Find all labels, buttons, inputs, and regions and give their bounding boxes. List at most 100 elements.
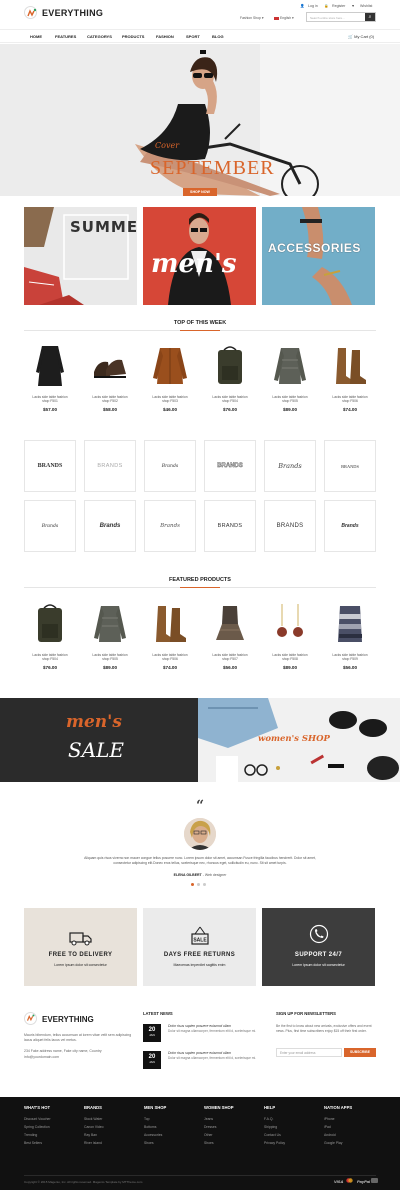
product-name[interactable]: Lacks side table fashion shop F507 <box>202 653 258 662</box>
product-name[interactable]: Lacks side table fashion shop F508 <box>262 653 318 662</box>
footer-link[interactable]: iPad <box>324 1125 376 1129</box>
product-card[interactable]: Lacks side table fashion shop F503 $46.00 <box>142 342 198 412</box>
brand-logo[interactable]: Brands <box>84 500 136 552</box>
footer-link[interactable]: Top <box>144 1117 196 1121</box>
sale-sign-icon: SALE <box>191 926 209 945</box>
product-card[interactable]: Lacks side table fashion shop F507 $56.00 <box>202 600 258 670</box>
cart-link[interactable]: 🛒 My Cart (0) <box>348 34 374 39</box>
brand-logo[interactable]: Brands <box>144 500 196 552</box>
register-link[interactable]: Register <box>332 4 345 8</box>
footer-link[interactable]: Ray Ban <box>84 1133 136 1137</box>
nav-blog[interactable]: BLOG <box>212 34 224 39</box>
logo-icon[interactable] <box>24 6 37 19</box>
brand-logo[interactable]: Brands <box>324 500 376 552</box>
footer-link[interactable]: Other <box>204 1133 256 1137</box>
brand-logo[interactable]: BRANDS <box>204 500 256 552</box>
footer-link[interactable]: River Island <box>84 1141 136 1145</box>
product-name[interactable]: Lacks side table fashion shop F505 <box>82 653 138 662</box>
nav-fashion[interactable]: FASHION <box>156 34 174 39</box>
product-name[interactable]: Lacks side table fashion shop F502 <box>82 395 138 404</box>
brand-logo[interactable]: Brands <box>24 500 76 552</box>
email-input-placeholder[interactable]: Enter your email address <box>280 1051 315 1055</box>
brand-logo[interactable]: BRANDS <box>324 440 376 492</box>
hero-title: SEPTEMBER <box>150 157 275 179</box>
wishlist-link[interactable]: Wishlist <box>360 4 372 8</box>
news-headline[interactable]: Dolor risus sapien posuere euismod ullam <box>168 1024 262 1028</box>
brand-logo[interactable]: BRANDS <box>24 440 76 492</box>
product-name[interactable]: Lacks side table fashion shop F504 <box>22 653 78 662</box>
footer-link[interactable]: Trending <box>24 1133 76 1137</box>
footer-link[interactable]: Shoes <box>144 1141 196 1145</box>
product-card[interactable]: Lacks side table fashion shop F501 $57.00 <box>22 342 78 412</box>
search-input[interactable]: Search entire store here... <box>310 16 345 20</box>
product-name[interactable]: Lacks side table fashion shop F504 <box>202 395 258 404</box>
main-nav: HOME FEATURES CATEGORYS PRODUCTS FASHION… <box>0 29 400 43</box>
footer-link[interactable]: Best Sellers <box>24 1141 76 1145</box>
product-card[interactable]: Lacks side table fashion shop F509 $56.00 <box>322 600 378 670</box>
product-name[interactable]: Lacks side table fashion shop F506 <box>142 653 198 662</box>
footer-logo-icon[interactable] <box>24 1012 37 1025</box>
brand-logo[interactable]: BRANDS <box>204 440 256 492</box>
newsletter-email-input[interactable]: Enter your email address <box>276 1048 342 1057</box>
footer-link[interactable]: Android <box>324 1133 376 1137</box>
footer-link[interactable]: Shipping <box>264 1125 316 1129</box>
footer-link[interactable]: Canon Video <box>84 1125 136 1129</box>
product-name[interactable]: Lacks side table fashion shop F509 <box>322 653 378 662</box>
footer-link[interactable]: Bottoms <box>144 1125 196 1129</box>
pagination-dot[interactable] <box>203 883 206 886</box>
womens-shop-banner[interactable]: women's SHOP <box>198 698 400 782</box>
search-box[interactable]: Search entire store here... ⌕ <box>306 12 376 22</box>
pagination-dot[interactable] <box>197 883 200 886</box>
product-name[interactable]: Lacks side table fashion shop F503 <box>142 395 198 404</box>
product-card[interactable]: Lacks side table fashion shop F506 $74.00 <box>322 342 378 412</box>
language-select[interactable]: English ▾ <box>274 16 294 20</box>
search-button[interactable]: ⌕ <box>365 13 375 21</box>
footer-link[interactable]: F.A.Q. <box>264 1117 316 1121</box>
footer-link[interactable]: Shoes <box>204 1141 256 1145</box>
footer-email[interactable]: info@yourdomain.com <box>24 1055 134 1060</box>
hero-slider[interactable]: Cover SEPTEMBER SHOP NOW <box>0 44 400 196</box>
subscribe-button[interactable]: SUBSCRIBE <box>344 1048 376 1057</box>
logo-text[interactable]: EVERYTHING <box>42 8 103 18</box>
mens-banner[interactable]: men's <box>143 207 256 305</box>
footer-link[interactable]: Spring Collection <box>24 1125 76 1129</box>
footer-link[interactable]: Accessories <box>144 1133 196 1137</box>
news-headline[interactable]: Dolor risus sapien posuere euismod ullam <box>168 1051 262 1055</box>
nav-home[interactable]: HOME <box>30 34 42 39</box>
product-name[interactable]: Lacks side table fashion shop F505 <box>262 395 318 404</box>
nav-categorys[interactable]: CATEGORYS <box>87 34 112 39</box>
footer-link[interactable]: Contact Us <box>264 1133 316 1137</box>
brand-logo[interactable]: Brands <box>264 440 316 492</box>
footer-link[interactable]: Jeans <box>204 1117 256 1121</box>
product-card[interactable]: Lacks side table fashion shop F508 $89.00 <box>262 600 318 670</box>
footer-link[interactable]: Privacy Policy <box>264 1141 316 1145</box>
nav-sport[interactable]: SPORT <box>186 34 200 39</box>
product-card[interactable]: Lacks side table fashion shop F505 $89.00 <box>262 342 318 412</box>
brand-logo[interactable]: BRANDS <box>264 500 316 552</box>
product-card[interactable]: Lacks side table fashion shop F504 $76.00 <box>22 600 78 670</box>
store-select[interactable]: Fashion Shop ▾ <box>240 16 264 20</box>
pagination-dot-active[interactable] <box>191 883 194 886</box>
footer-link[interactable]: Discount Voucher <box>24 1117 76 1121</box>
footer-link[interactable]: Dresses <box>204 1125 256 1129</box>
product-card[interactable]: Lacks side table fashion shop F506 $74.00 <box>142 600 198 670</box>
footer-logo-text[interactable]: EVERYTHING <box>42 1015 94 1024</box>
product-name[interactable]: Lacks side table fashion shop F501 <box>22 395 78 404</box>
brand-logo[interactable]: BRANDS <box>84 440 136 492</box>
summer-banner[interactable]: SUMMER <box>24 207 137 305</box>
login-link[interactable]: Log in <box>308 4 318 8</box>
nav-products[interactable]: PRODUCTS <box>122 34 144 39</box>
product-card[interactable]: Lacks side table fashion shop F504 $76.00 <box>202 342 258 412</box>
accessories-banner[interactable]: ACCESSORIES <box>262 207 375 305</box>
shop-now-button[interactable]: SHOP NOW <box>183 188 217 196</box>
backpack-image <box>218 346 242 384</box>
footer-link[interactable]: Stock Water <box>84 1117 136 1121</box>
product-card[interactable]: Lacks side table fashion shop F502 $58.00 <box>82 342 138 412</box>
product-name[interactable]: Lacks side table fashion shop F506 <box>322 395 378 404</box>
mens-sale-banner[interactable]: men's SALE <box>0 698 198 782</box>
product-card[interactable]: Lacks side table fashion shop F505 $89.00 <box>82 600 138 670</box>
brand-logo[interactable]: Brands <box>144 440 196 492</box>
nav-features[interactable]: FEATURES <box>55 34 76 39</box>
footer-link[interactable]: iPhone <box>324 1117 376 1121</box>
footer-link[interactable]: Google Play <box>324 1141 376 1145</box>
